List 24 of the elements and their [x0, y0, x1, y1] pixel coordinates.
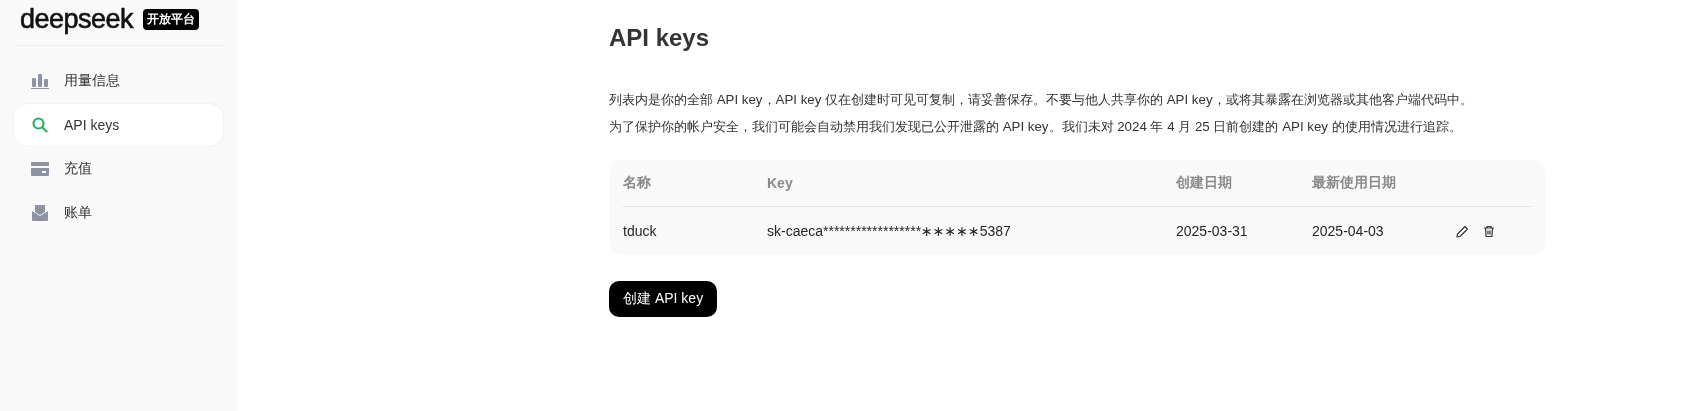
table-cell-text: 2025-03-31: [1176, 223, 1249, 239]
table-cell-text: 2025-04-03: [1312, 223, 1385, 239]
table-cell-text: tduck: [623, 223, 658, 239]
column-header: 创建日期: [1176, 174, 1233, 192]
page-title: API keys: [609, 24, 711, 52]
column-header: 最新使用日期: [1312, 174, 1397, 192]
edit-icon[interactable]: [1456, 224, 1469, 238]
column-header: Key: [767, 175, 794, 191]
sidebar-item[interactable]: 充值: [14, 148, 223, 190]
sidebar-item[interactable]: API keys: [14, 104, 223, 146]
sidebar-item[interactable]: 账单: [14, 192, 223, 234]
bar-chart-icon: [31, 73, 49, 89]
sidebar-item[interactable]: 用量信息: [14, 60, 223, 102]
delete-icon[interactable]: [1483, 224, 1495, 238]
column-header: 名称: [623, 174, 652, 192]
platform-badge: 开放平台: [143, 9, 200, 30]
description-text: 为了保护你的帐户安全，我们可能会自动禁用我们发现已公开泄露的 API key。我们未对 2024 年 4 月 25 日前创建的 API key 的使用情况进行追踪。: [609, 118, 1463, 136]
table-cell-text: sk-caeca******************∗∗∗∗∗5387: [767, 223, 1012, 239]
logo[interactable]: deepseek: [20, 4, 134, 35]
card-icon: [31, 162, 49, 176]
search-icon: [32, 117, 48, 133]
create-api-key-button[interactable]: 创建 API key: [609, 281, 718, 317]
description-text: 列表内是你的全部 API key，API key 仅在创建时可见可复制，请妥善保存。不要与他人共享你的 API key，或将其暴露在浏览器或其他客户端代码中。: [609, 91, 1474, 109]
inbox-icon: [32, 205, 48, 221]
